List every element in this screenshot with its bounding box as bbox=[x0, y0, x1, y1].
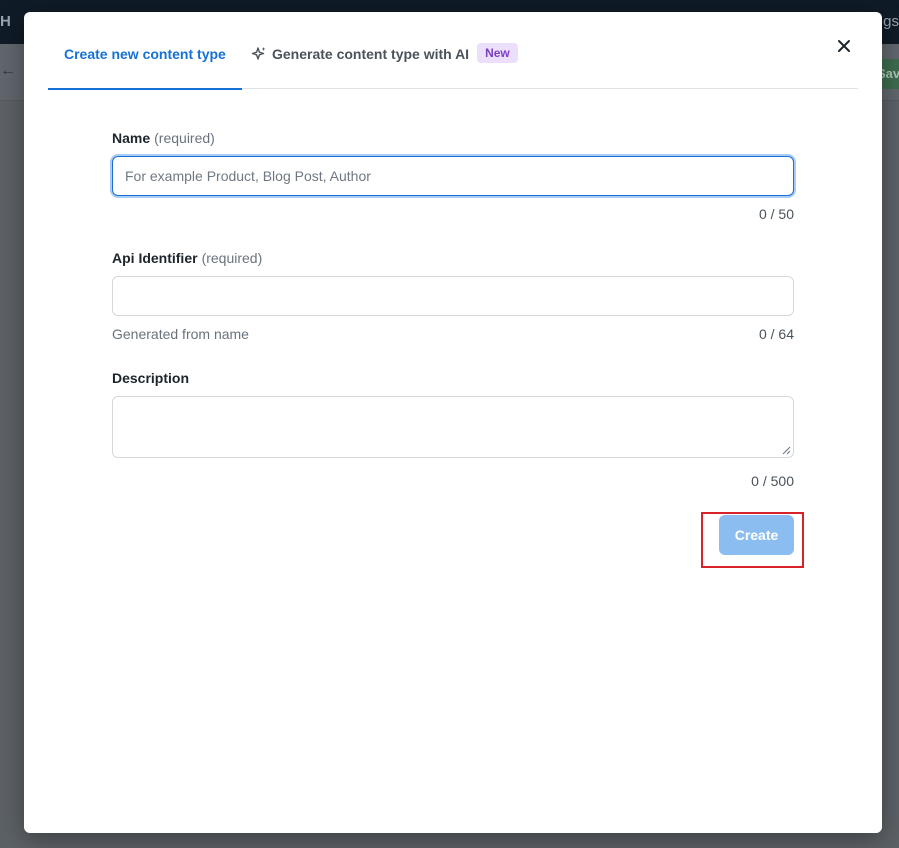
highlight-annotation-box bbox=[701, 512, 804, 568]
description-label: Description bbox=[112, 370, 190, 386]
name-input[interactable]: For example Product, Blog Post, Author bbox=[112, 156, 794, 196]
description-counter: 0 / 500 bbox=[751, 473, 794, 489]
background-settings-label: gs bbox=[883, 13, 899, 30]
new-badge: New bbox=[477, 43, 518, 63]
background-back-icon: ← bbox=[0, 62, 16, 79]
api-identifier-helper: Generated from name bbox=[112, 326, 249, 342]
close-button[interactable] bbox=[832, 34, 856, 58]
create-content-type-modal: Create new content type Generate content… bbox=[24, 12, 882, 833]
description-textarea[interactable] bbox=[112, 396, 794, 458]
modal-tabs: Create new content type Generate content… bbox=[48, 40, 858, 90]
name-required-text: (required) bbox=[154, 130, 215, 146]
sparkle-icon bbox=[251, 47, 266, 60]
name-placeholder: For example Product, Blog Post, Author bbox=[125, 168, 371, 184]
tab-create-new-content-type[interactable]: Create new content type bbox=[48, 40, 242, 90]
background-home-label: H bbox=[0, 13, 11, 30]
api-identifier-input[interactable] bbox=[112, 276, 794, 316]
api-identifier-required-text: (required) bbox=[201, 250, 263, 266]
name-label: Name (required) bbox=[112, 130, 215, 146]
tab-generate-with-ai[interactable]: Generate content type with AI New bbox=[251, 40, 518, 88]
tab-create-label: Create new content type bbox=[64, 46, 226, 62]
resize-handle-icon[interactable] bbox=[782, 446, 791, 455]
tab-ai-label: Generate content type with AI bbox=[272, 46, 470, 62]
api-identifier-counter: 0 / 64 bbox=[758, 326, 794, 342]
api-identifier-label: Api Identifier (required) bbox=[112, 250, 263, 266]
name-counter: 0 / 50 bbox=[758, 206, 794, 222]
close-icon bbox=[838, 40, 850, 52]
